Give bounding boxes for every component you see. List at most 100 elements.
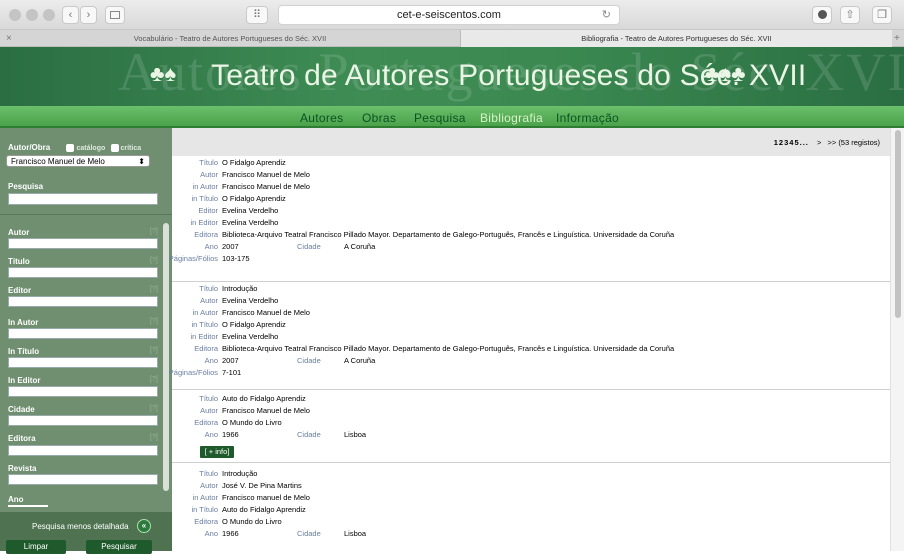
top-sites-icon[interactable]: ⠿ (246, 6, 268, 24)
field-label: Editora (194, 344, 218, 353)
next-page-link[interactable]: > (817, 138, 821, 147)
menu-pesquisa[interactable]: Pesquisa (414, 111, 466, 125)
help-icon[interactable]: [?] (150, 257, 158, 264)
more-info-button[interactable]: [ + info] (200, 446, 234, 458)
cidade-field-label: Cidade (8, 405, 35, 414)
titulo-value: O Fidalgo Aprendiz (222, 158, 286, 167)
titulo-value: Introdução (222, 284, 258, 293)
in-titulo-input[interactable] (8, 357, 158, 368)
menu-bibliografia[interactable]: Bibliografia (480, 111, 543, 125)
scrollbar-thumb[interactable] (895, 130, 901, 318)
ano-field-label: Ano (8, 495, 24, 504)
help-icon[interactable]: [?] (150, 405, 158, 412)
field-label: Autor (200, 481, 218, 490)
titulo-input[interactable] (8, 267, 158, 278)
menu-obras[interactable]: Obras (362, 111, 396, 125)
field-label: in Autor (192, 493, 218, 502)
search-button[interactable]: Pesquisar (86, 540, 152, 554)
close-window-icon[interactable] (9, 9, 21, 21)
in-editor-input[interactable] (8, 386, 158, 397)
editora-value: O Mundo do Livro (222, 418, 282, 427)
editor-field-label: Editor (8, 286, 32, 295)
autor-obra-row: Autor/Obra catálogo crítica (8, 143, 141, 152)
download-icon[interactable] (812, 6, 832, 24)
collapse-icon[interactable]: « (137, 519, 151, 533)
url-text: cet-e-seiscentos.com (397, 9, 501, 21)
in-autor-field-label: In Autor (8, 318, 39, 327)
menu-informacao[interactable]: Informação (556, 111, 619, 125)
browser-toolbar: ‹ › ⠿ cet-e-seiscentos.com ↻ ⇧ ❐ (0, 0, 904, 30)
cidade-input[interactable] (8, 415, 158, 426)
field-label: Ano (204, 430, 218, 439)
help-icon[interactable]: [?] (150, 286, 158, 293)
sidebar-icon[interactable] (105, 6, 125, 24)
pesquisa-label: Pesquisa (8, 182, 44, 191)
menu-autores[interactable]: Autores (300, 111, 343, 125)
ano-value: 1966 (222, 430, 239, 439)
revista-field-label: Revista (8, 464, 37, 473)
paginas-value: 103-175 (222, 254, 250, 263)
toggle-detail-label[interactable]: Pesquisa menos detalhada (32, 522, 129, 531)
record-3: Título Auto do Fidalgo Aprendiz Autor Fran… (172, 390, 890, 463)
pesquisa-input[interactable] (8, 193, 158, 205)
search-sidebar: Autor/Obra catálogo crítica Francisco Ma… (0, 128, 172, 554)
field-label: Editora (194, 517, 218, 526)
minimize-window-icon[interactable] (26, 9, 38, 21)
field-label: Título (199, 284, 218, 293)
field-label: in Título (191, 320, 218, 329)
catalogo-label: catálogo (76, 145, 106, 152)
clear-button[interactable]: Limpar (6, 540, 66, 554)
help-icon[interactable]: [?] (150, 434, 158, 441)
page-scrollbar[interactable] (890, 128, 904, 551)
in-autor-value: Francisco Manuel de Melo (222, 308, 310, 317)
zoom-window-icon[interactable] (43, 9, 55, 21)
address-bar[interactable]: cet-e-seiscentos.com ↻ (278, 5, 620, 25)
in-editor-value: Evelina Verdelho (222, 332, 279, 341)
field-label: Ano (204, 356, 218, 365)
cidade-label: Cidade (297, 242, 321, 251)
select-arrows-icon: ⬍ (138, 157, 145, 166)
editora-value: Biblioteca-Arquivo Teatral Francisco Pil… (222, 230, 675, 239)
help-icon[interactable]: [?] (150, 376, 158, 383)
revista-input[interactable] (8, 474, 158, 485)
main-menu: Autores Obras Pesquisa Bibliografia Info… (0, 106, 904, 128)
help-icon[interactable]: [?] (150, 228, 158, 235)
field-label: Editor (198, 206, 218, 215)
cidade-value: Lisboa (344, 529, 367, 538)
last-page-link[interactable]: >> (827, 138, 836, 147)
reload-icon[interactable]: ↻ (602, 6, 611, 25)
tabs-overview-icon[interactable]: ❐ (872, 6, 892, 24)
help-icon[interactable]: [?] (150, 318, 158, 325)
field-label: in Título (191, 194, 218, 203)
page-links[interactable]: 12345... (774, 138, 809, 147)
ano-value: 2007 (222, 242, 239, 251)
editora-field-label: Editora (8, 434, 36, 443)
critica-checkbox[interactable] (110, 143, 119, 152)
autor-obra-label: Autor/Obra (8, 143, 51, 152)
back-icon[interactable]: ‹ (62, 6, 79, 24)
sidebar-scrollbar[interactable] (163, 223, 169, 491)
catalogo-checkbox[interactable] (66, 143, 75, 152)
cidade-label: Cidade (297, 430, 321, 439)
share-icon[interactable]: ⇧ (840, 6, 860, 24)
editor-input[interactable] (8, 296, 158, 307)
cidade-value: A Coruña (344, 356, 376, 365)
titulo-field-label: Título (8, 257, 30, 266)
editor-value: Evelina Verdelho (222, 206, 279, 215)
author-select[interactable]: Francisco Manuel de Melo ⬍ (6, 155, 150, 167)
field-label: in Título (191, 505, 218, 514)
autor-value: Francisco Manuel de Melo (222, 170, 310, 179)
in-autor-input[interactable] (8, 328, 158, 339)
forward-icon[interactable]: › (80, 6, 97, 24)
field-label: Editora (194, 418, 218, 427)
autor-value: José V. De Pina Martins (222, 481, 302, 490)
pagination: 12345... > >> (53 registos) (172, 128, 890, 156)
ano-input[interactable] (8, 505, 48, 507)
autor-input[interactable] (8, 238, 158, 249)
critica-label: crítica (120, 145, 142, 152)
help-icon[interactable]: [?] (150, 347, 158, 354)
in-titulo-value: Auto do Fidalgo Aprendiz (222, 505, 306, 514)
editora-input[interactable] (8, 445, 158, 456)
field-label: Páginas/Fólios (168, 254, 218, 263)
autor-value: Evelina Verdelho (222, 296, 279, 305)
